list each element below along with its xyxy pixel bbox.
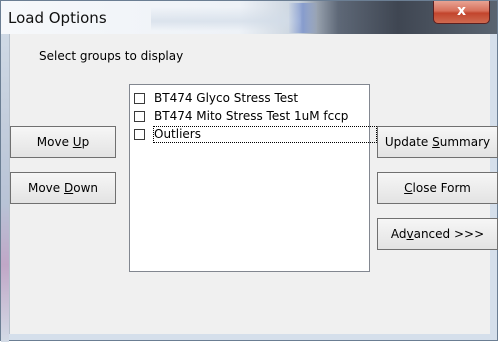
list-item-label: BT474 Glyco Stress Test <box>154 91 299 105</box>
close-icon: x <box>456 3 467 19</box>
title-bar-highlight <box>289 3 317 33</box>
list-item-focused[interactable]: Outliers <box>134 125 377 143</box>
group-checkbox[interactable] <box>134 92 145 104</box>
move-up-button[interactable]: Move Up <box>10 126 116 158</box>
move-down-button[interactable]: Move Down <box>10 172 116 204</box>
dialog-body: Select groups to display Move Up Move Do… <box>9 34 498 334</box>
groups-prompt-label: Select groups to display <box>39 49 184 63</box>
load-options-window: Load Options x Select groups to display … <box>0 0 498 342</box>
update-summary-button[interactable]: Update Summary <box>377 126 498 158</box>
window-title: Load Options <box>8 9 107 27</box>
title-bar[interactable]: Load Options x <box>1 1 497 34</box>
advanced-button[interactable]: Advanced >>> <box>377 218 498 250</box>
close-form-button[interactable]: Close Form <box>377 172 498 204</box>
window-frame-left <box>1 34 9 342</box>
list-item-label: Outliers <box>153 125 377 143</box>
group-checkbox[interactable] <box>134 128 145 140</box>
title-bar-reflection <box>151 7 301 31</box>
list-item[interactable]: BT474 Mito Stress Test 1uM fccp <box>134 108 348 124</box>
close-window-button[interactable]: x <box>433 1 490 24</box>
group-checkbox[interactable] <box>134 110 145 122</box>
groups-listbox[interactable]: BT474 Glyco Stress Test BT474 Mito Stres… <box>129 84 377 272</box>
list-item-label: BT474 Mito Stress Test 1uM fccp <box>154 109 349 123</box>
list-item[interactable]: BT474 Glyco Stress Test <box>134 90 298 106</box>
